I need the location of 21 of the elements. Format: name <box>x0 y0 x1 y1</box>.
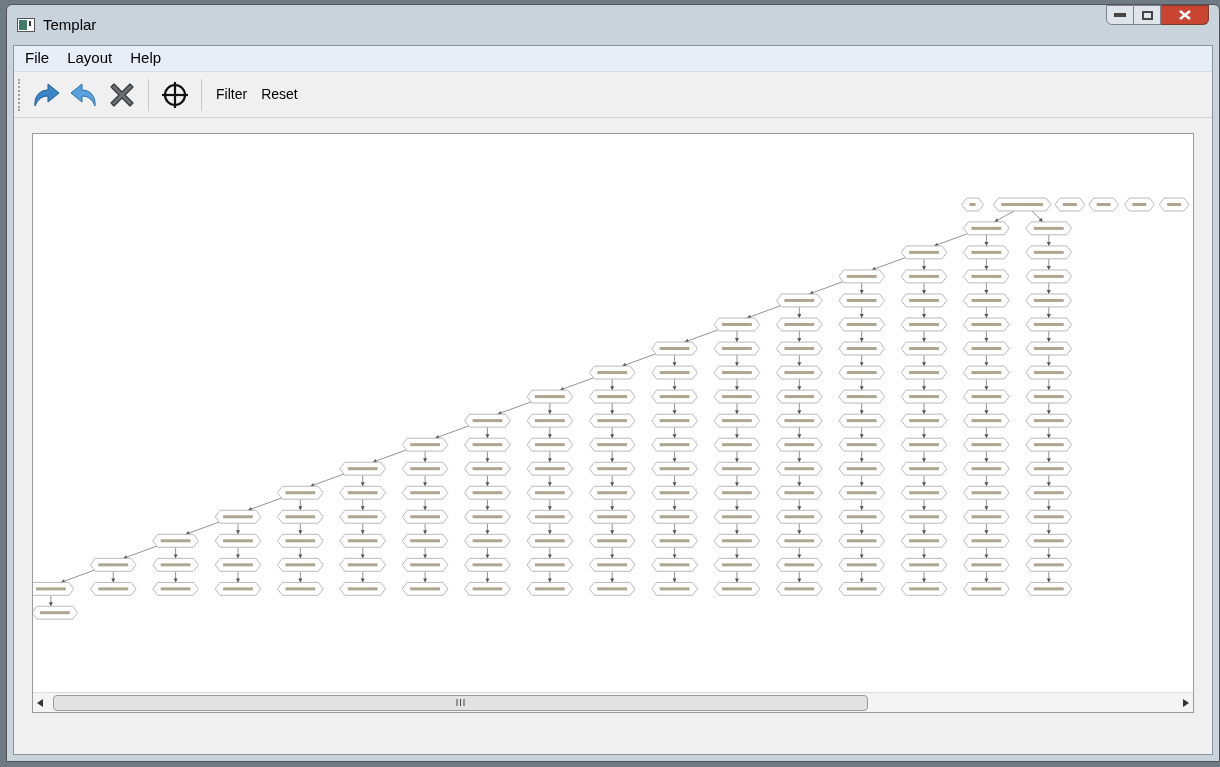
horizontal-scrollbar[interactable] <box>33 692 1193 712</box>
minimize-button[interactable] <box>1106 5 1134 25</box>
menu-item[interactable]: Layout <box>60 47 120 70</box>
app-icon <box>17 18 35 32</box>
crosshair-icon <box>161 80 189 109</box>
scrollbar-thumb[interactable] <box>53 694 868 711</box>
maximize-button[interactable] <box>1134 5 1161 25</box>
menu-item[interactable]: File <box>18 47 57 70</box>
menu-item[interactable]: Help <box>123 47 169 70</box>
maximize-icon <box>1141 10 1153 20</box>
close-icon <box>1178 10 1191 20</box>
scroll-right-icon <box>1183 698 1189 707</box>
window-title: Templar <box>43 14 97 35</box>
undo-arrow-icon <box>70 81 98 108</box>
toolbar-button[interactable]: Filter <box>212 84 252 105</box>
redo-arrow-icon <box>32 81 60 108</box>
close-button[interactable] <box>1161 5 1209 25</box>
minimize-icon <box>1114 13 1126 17</box>
toolbar-button[interactable]: Reset <box>257 84 302 105</box>
scroll-left-icon <box>37 698 43 707</box>
grip-icon <box>456 699 465 706</box>
